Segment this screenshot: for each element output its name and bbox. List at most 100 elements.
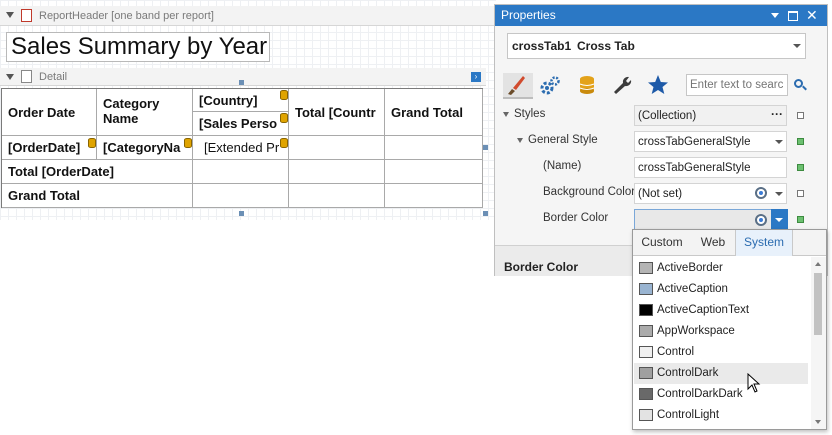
cell-total-country-header[interactable]: Total [Countr [289,89,385,136]
prop-value-styles[interactable]: (Collection) ··· [634,105,787,126]
color-item-control[interactable]: Control [634,342,808,363]
prop-label-general-style: General Style [528,134,598,146]
cell-order-date-field[interactable]: [OrderDate] [2,136,97,160]
chevron-down-icon[interactable] [775,192,783,196]
system-color-list[interactable]: ActiveBorder ActiveCaption ActiveCaption… [633,257,809,429]
color-name: ControlDarkDark [657,388,743,400]
wrench-icon[interactable] [609,73,635,99]
object-selector[interactable]: crossTab1 Cross Tab [507,33,806,59]
color-name: ControlDark [657,367,719,379]
field-database-icon [280,138,288,148]
properties-title: Properties [501,8,556,22]
selection-handle[interactable] [239,211,244,216]
modified-indicator[interactable] [797,216,804,223]
cell-country-header[interactable]: [Country] [193,89,289,112]
color-item-controldarkdark[interactable]: ControlDarkDark [634,384,808,405]
cell-grand-total-row[interactable]: Grand Total [2,184,193,208]
cell-empty[interactable] [385,160,483,184]
cell-total-order-date[interactable]: Total [OrderDate] [2,160,193,184]
tab-system[interactable]: System [735,230,793,256]
cell-category-name-header[interactable]: Category Name [97,89,193,136]
color-swatch [639,304,653,316]
chevron-down-icon[interactable] [793,44,801,48]
report-header-band[interactable]: ReportHeader [one band per report] [0,6,496,26]
color-name: AppWorkspace [657,325,735,337]
prop-value-general-style-text: crossTabGeneralStyle [638,136,751,148]
chevron-down-icon[interactable] [775,140,783,144]
prop-value-background-color[interactable]: (Not set) [634,183,787,204]
database-icon[interactable] [574,73,600,99]
color-item-appworkspace[interactable]: AppWorkspace [634,321,808,342]
report-title-label[interactable]: Sales Summary by Year [6,32,270,62]
cell-sales-person-header[interactable]: [Sales Perso [193,112,289,136]
color-name: ActiveCaptionText [657,304,750,316]
color-picker-icon[interactable] [755,187,767,199]
band-icon [21,9,32,22]
tab-custom[interactable]: Custom [633,230,691,256]
cell-empty[interactable] [193,160,289,184]
gears-icon[interactable] [537,73,563,99]
description-title: Border Color [504,260,579,274]
reset-indicator[interactable] [797,112,804,119]
smart-tag-button[interactable]: › [471,72,481,82]
color-item-activecaption[interactable]: ActiveCaption [634,279,808,300]
close-icon[interactable]: ✕ [806,5,818,26]
cell-grand-total-header[interactable]: Grand Total [385,89,483,136]
field-database-icon [88,138,96,148]
prop-label-name: (Name) [543,160,582,172]
modified-indicator[interactable] [797,138,804,145]
color-item-controldark[interactable]: ControlDark [634,363,808,384]
selection-handle[interactable] [239,80,244,85]
color-swatch [639,262,653,274]
scrollbar-thumb[interactable] [814,273,822,335]
brush-icon[interactable] [503,73,533,99]
dropdown-arrow-icon[interactable] [771,13,779,18]
prop-value-border-color[interactable] [634,209,788,231]
modified-indicator[interactable] [797,164,804,171]
selection-handle[interactable] [483,145,488,150]
scrollbar[interactable] [811,257,826,429]
cell-empty[interactable] [289,160,385,184]
collapse-triangle-icon[interactable] [6,12,14,18]
tab-web[interactable]: Web [691,230,735,256]
color-picker-icon[interactable] [755,214,767,226]
cell-order-date-header[interactable]: Order Date [2,89,97,136]
cell-empty[interactable] [385,184,483,208]
cell-empty[interactable] [289,136,385,160]
scroll-up-arrow-icon[interactable] [815,262,821,266]
color-swatch [639,325,653,337]
color-tabs: Custom Web System [633,230,826,256]
dropdown-button[interactable] [771,209,788,231]
prop-value-general-style[interactable]: crossTabGeneralStyle [634,131,787,152]
color-item-activecaptiontext[interactable]: ActiveCaptionText [634,300,808,321]
selection-handle[interactable] [483,211,488,216]
cell-category-name-field[interactable]: [CategoryNa [97,136,193,160]
cell-empty[interactable] [289,184,385,208]
crosstab-control[interactable]: Order Date Category Name [Country] [Sale… [1,88,483,208]
cell-extended-price-field[interactable]: [Extended Pr [193,136,289,160]
collapse-triangle-icon[interactable] [6,74,14,80]
prop-value-name[interactable]: crossTabGeneralStyle [634,157,787,178]
color-item-activeborder[interactable]: ActiveBorder [634,258,808,279]
expand-triangle-icon[interactable] [503,112,509,117]
cell-empty[interactable] [385,136,483,160]
field-database-icon [184,138,192,148]
property-search-input[interactable] [686,74,788,96]
band-icon [21,70,32,83]
color-name: ActiveCaption [657,283,728,295]
properties-title-bar[interactable]: Properties ✕ [495,5,827,26]
color-picker-popup: Custom Web System ActiveBorder ActiveCap… [632,229,827,430]
color-item-controllight[interactable]: ControlLight [634,405,808,426]
reset-indicator[interactable] [797,190,804,197]
prop-value-name-text: crossTabGeneralStyle [638,162,751,174]
color-name: ActiveBorder [657,262,723,274]
cell-empty[interactable] [193,184,289,208]
report-header-caption: ReportHeader [one band per report] [39,10,214,22]
star-icon[interactable] [645,73,671,99]
expand-triangle-icon[interactable] [517,138,523,143]
scroll-down-arrow-icon[interactable] [815,420,821,424]
maximize-icon[interactable] [788,11,798,21]
ellipsis-button[interactable]: ··· [771,104,783,124]
color-swatch [639,346,653,358]
search-icon-handle [802,85,807,91]
